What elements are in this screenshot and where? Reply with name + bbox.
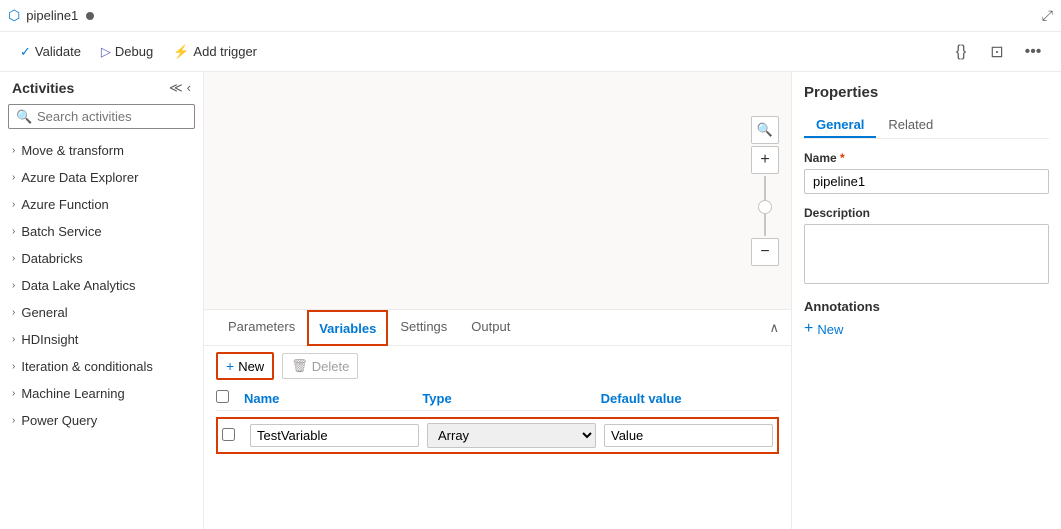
title-bar: ⬡ pipeline1 ⤢ — [0, 0, 1061, 32]
pipeline-canvas[interactable]: 🔍 + − — [204, 72, 791, 309]
chevron-icon: › — [12, 307, 15, 318]
bottom-toolbar: + New 🗑 Delete — [204, 346, 791, 386]
tab-variables[interactable]: Variables — [307, 310, 388, 346]
tab-parameters[interactable]: Parameters — [216, 310, 307, 346]
pipeline-name-input[interactable] — [804, 169, 1049, 194]
debug-icon: ▷ — [101, 44, 111, 60]
sidebar-item-hdinsight[interactable]: › HDInsight — [0, 326, 203, 353]
sidebar-mini-collapse-icon[interactable]: ‹ — [187, 80, 191, 96]
sidebar-title: Activities — [12, 80, 74, 96]
sidebar-item-data-lake[interactable]: › Data Lake Analytics — [0, 272, 203, 299]
debug-button[interactable]: ▷ Debug — [93, 40, 161, 64]
canvas-search-button[interactable]: 🔍 — [751, 116, 779, 144]
annotation-plus-icon: + — [804, 320, 813, 338]
chevron-icon: › — [12, 199, 15, 210]
table-header: Name Type Default value — [216, 386, 779, 411]
sidebar-item-azure-data-explorer[interactable]: › Azure Data Explorer — [0, 164, 203, 191]
code-view-button[interactable]: {} — [945, 36, 977, 68]
chevron-icon: › — [12, 253, 15, 264]
variable-type-select[interactable]: String Boolean Integer Array — [427, 423, 596, 448]
sidebar-item-general[interactable]: › General — [0, 299, 203, 326]
properties-tabs: General Related — [804, 113, 1049, 139]
search-icon: 🔍 — [16, 109, 32, 125]
name-field-label: Name * — [804, 151, 1049, 165]
chevron-icon: › — [12, 226, 15, 237]
annotations-section: Annotations + New — [804, 299, 1049, 338]
tab-output[interactable]: Output — [459, 310, 522, 346]
zoom-out-icon: − — [760, 243, 769, 261]
row-checkbox[interactable] — [222, 428, 235, 441]
chevron-icon: › — [12, 280, 15, 291]
main-content: Activities ≪ ‹ 🔍 › Move & transform › Az… — [0, 72, 1061, 529]
monitor-button[interactable]: ⊡ — [981, 36, 1013, 68]
delete-variable-button[interactable]: 🗑 Delete — [282, 353, 358, 379]
pipeline-name: pipeline1 — [26, 8, 78, 23]
select-all-checkbox[interactable] — [216, 390, 229, 403]
sidebar-item-iteration[interactable]: › Iteration & conditionals — [0, 353, 203, 380]
chevron-icon: › — [12, 388, 15, 399]
required-indicator: * — [840, 151, 845, 165]
col-header-name: Name — [244, 391, 422, 406]
chevron-icon: › — [12, 334, 15, 345]
toolbar: ✓ Validate ▷ Debug ⚡ Add trigger {} ⊡ ••… — [0, 32, 1061, 72]
validate-button[interactable]: ✓ Validate — [12, 40, 89, 64]
expand-icon[interactable]: ⤢ — [1042, 7, 1053, 24]
description-textarea[interactable] — [804, 224, 1049, 284]
sidebar-item-move-transform[interactable]: › Move & transform — [0, 137, 203, 164]
activities-sidebar: Activities ≪ ‹ 🔍 › Move & transform › Az… — [0, 72, 204, 529]
properties-panel: Properties General Related Name * Descri… — [791, 72, 1061, 529]
search-activities-input[interactable] — [8, 104, 195, 129]
validate-icon: ✓ — [20, 44, 31, 60]
new-annotation-button[interactable]: + New — [804, 320, 1049, 338]
chevron-icon: › — [12, 415, 15, 426]
plus-icon: + — [226, 358, 234, 374]
sidebar-item-batch-service[interactable]: › Batch Service — [0, 218, 203, 245]
new-variable-button[interactable]: + New — [216, 352, 274, 380]
more-options-button[interactable]: ••• — [1017, 36, 1049, 68]
app-icon: ⬡ — [8, 7, 20, 24]
variable-default-input[interactable] — [604, 424, 773, 447]
variables-table: Name Type Default value Str — [204, 386, 791, 454]
sidebar-item-machine-learning[interactable]: › Machine Learning — [0, 380, 203, 407]
tab-settings[interactable]: Settings — [388, 310, 459, 346]
unsaved-dot — [86, 12, 94, 20]
canvas-zoom-out-button[interactable]: − — [751, 238, 779, 266]
more-icon: ••• — [1025, 43, 1042, 61]
monitor-icon: ⊡ — [990, 42, 1003, 62]
canvas-controls: 🔍 + − — [751, 116, 779, 266]
properties-title: Properties — [804, 84, 1049, 101]
sidebar-item-power-query[interactable]: › Power Query — [0, 407, 203, 434]
bottom-panel: Parameters Variables Settings Output ∧ — [204, 309, 791, 529]
canvas-search-icon: 🔍 — [757, 122, 773, 138]
sidebar-item-databricks[interactable]: › Databricks — [0, 245, 203, 272]
sidebar-collapse-icon[interactable]: ≪ — [169, 80, 183, 96]
annotations-title: Annotations — [804, 299, 1049, 314]
tab-related[interactable]: Related — [876, 113, 945, 138]
code-icon: {} — [956, 43, 967, 61]
sidebar-item-azure-function[interactable]: › Azure Function — [0, 191, 203, 218]
col-header-default: Default value — [601, 391, 779, 406]
chevron-icon: › — [12, 145, 15, 156]
tab-general[interactable]: General — [804, 113, 876, 138]
col-header-type: Type — [422, 391, 600, 406]
add-trigger-button[interactable]: ⚡ Add trigger — [165, 40, 265, 64]
chevron-icon: › — [12, 361, 15, 372]
chevron-icon: › — [12, 172, 15, 183]
canvas-zoom-slider[interactable] — [764, 176, 766, 236]
table-row: String Boolean Integer Array — [216, 417, 779, 454]
zoom-in-icon: + — [760, 151, 769, 169]
variable-name-input[interactable] — [250, 424, 419, 447]
bottom-tabs: Parameters Variables Settings Output ∧ — [204, 310, 791, 346]
description-label: Description — [804, 206, 1049, 220]
bottom-collapse-button[interactable]: ∧ — [769, 320, 779, 336]
delete-icon: 🗑 — [291, 358, 308, 374]
canvas-zoom-in-button[interactable]: + — [751, 146, 779, 174]
trigger-icon: ⚡ — [173, 44, 189, 60]
